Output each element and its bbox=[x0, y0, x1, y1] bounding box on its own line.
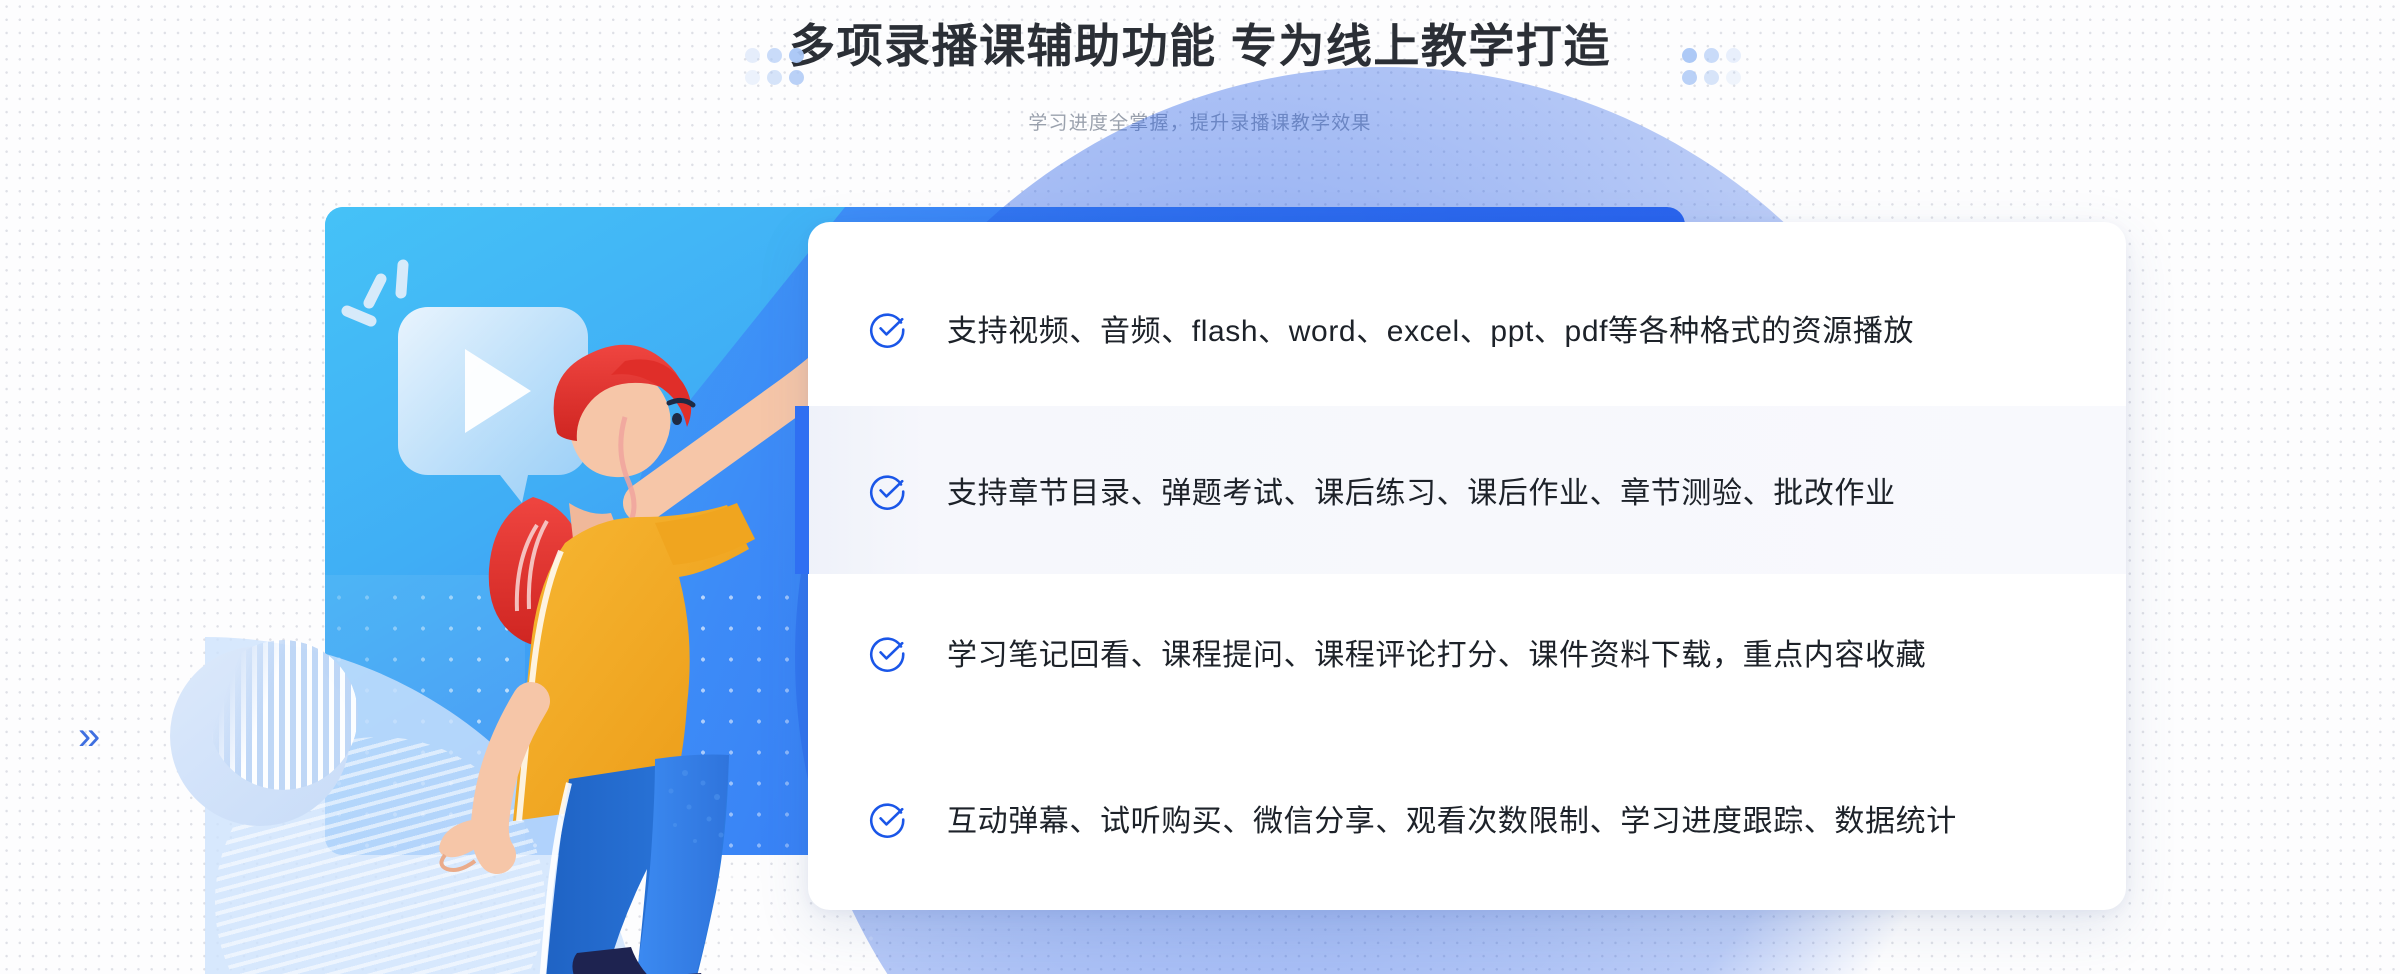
page-root: 多项录播课辅助功能 专为线上教学打造 学习进度全掌握，提升录播课教学效果 » bbox=[0, 0, 2400, 974]
feature-row[interactable]: 互动弹幕、试听购买、微信分享、观看次数限制、学习进度跟踪、数据统计 bbox=[808, 734, 2126, 902]
feature-text: 学习笔记回看、课程提问、课程评论打分、课件资料下载，重点内容收藏 bbox=[947, 639, 1927, 672]
feature-row[interactable]: 支持视频、音频、flash、word、excel、ppt、pdf等各种格式的资源… bbox=[808, 244, 2126, 412]
check-circle-icon bbox=[870, 313, 905, 348]
decorative-striped-circle bbox=[208, 640, 358, 790]
feature-text: 支持章节目录、弹题考试、课后练习、课后作业、章节测验、批改作业 bbox=[947, 477, 1896, 510]
check-circle-icon bbox=[870, 803, 905, 838]
check-circle-icon bbox=[870, 475, 905, 510]
check-circle-icon bbox=[870, 637, 905, 672]
feature-row[interactable]: 学习笔记回看、课程提问、课程评论打分、课件资料下载，重点内容收藏 bbox=[808, 568, 2126, 736]
features-list: 支持视频、音频、flash、word、excel、ppt、pdf等各种格式的资源… bbox=[808, 222, 2126, 910]
feature-text: 互动弹幕、试听购买、微信分享、观看次数限制、学习进度跟踪、数据统计 bbox=[947, 805, 1957, 838]
decorative-dot-grid-right bbox=[1682, 48, 1746, 90]
decorative-dot-grid-left bbox=[745, 48, 809, 90]
page-title: 多项录播课辅助功能 专为线上教学打造 bbox=[789, 20, 1611, 72]
feature-row[interactable]: 支持章节目录、弹题考试、课后练习、课后作业、章节测验、批改作业 bbox=[808, 406, 2126, 574]
chevron-right-icon: » bbox=[78, 714, 101, 758]
feature-row-accent-bar bbox=[795, 406, 809, 574]
feature-text: 支持视频、音频、flash、word、excel、ppt、pdf等各种格式的资源… bbox=[947, 315, 1915, 348]
